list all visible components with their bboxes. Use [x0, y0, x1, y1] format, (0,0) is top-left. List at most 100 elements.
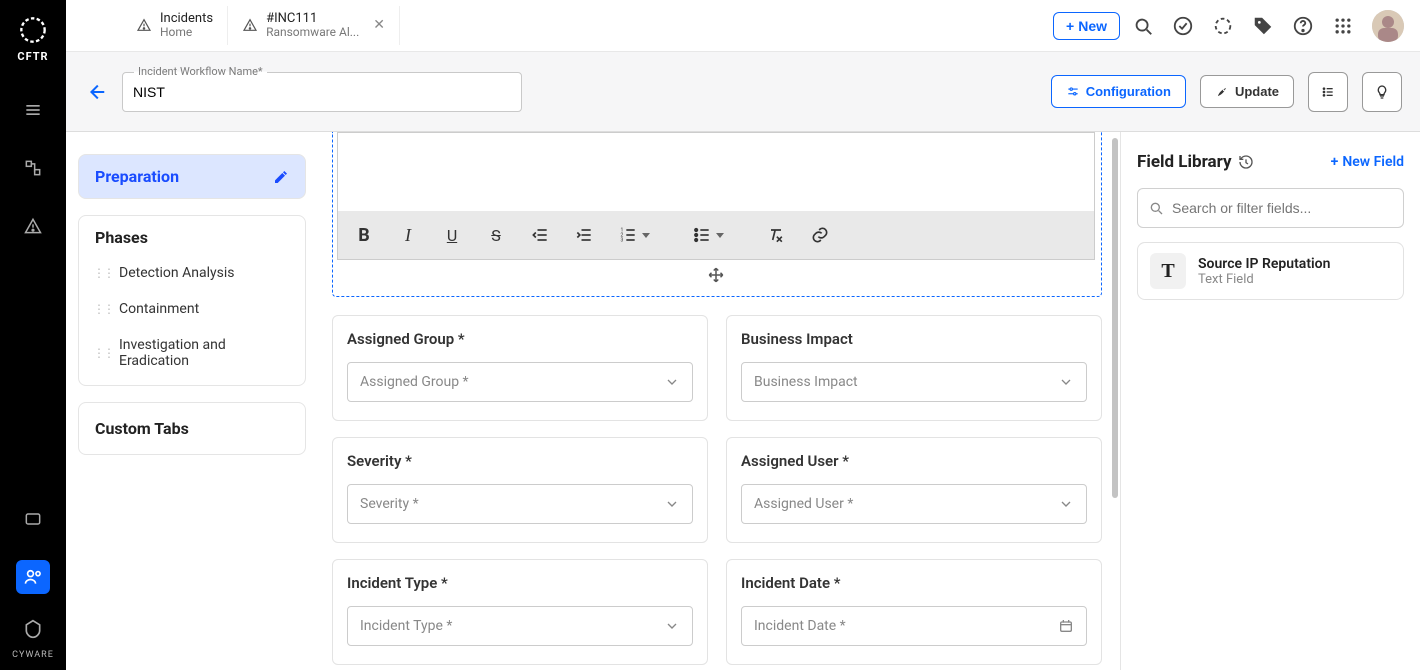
- approve-icon[interactable]: [1172, 15, 1194, 37]
- field-business-impact[interactable]: Business Impact Business Impact: [726, 315, 1102, 421]
- apps-icon[interactable]: [1332, 15, 1354, 37]
- subheader: Incident Workflow Name* Configuration Up…: [66, 52, 1420, 132]
- phase-label: Investigation and Eradication: [119, 337, 291, 369]
- drag-handle-icon[interactable]: ⋮⋮: [93, 302, 113, 316]
- bulb-button[interactable]: [1362, 72, 1402, 112]
- outdent-icon[interactable]: [530, 225, 550, 245]
- field-type: Text Field: [1198, 272, 1330, 287]
- hierarchy-icon[interactable]: [16, 151, 50, 185]
- italic-icon[interactable]: I: [398, 225, 418, 245]
- warning-icon: [242, 17, 258, 33]
- update-button[interactable]: Update: [1200, 75, 1294, 108]
- preparation-stage[interactable]: Preparation: [78, 154, 306, 199]
- date-placeholder: Incident Date *: [754, 618, 846, 634]
- sliders-icon: [1066, 85, 1080, 99]
- field-incident-type[interactable]: Incident Type * Incident Type *: [332, 559, 708, 665]
- workflow-name-label: Incident Workflow Name*: [134, 65, 267, 78]
- phase-item[interactable]: ⋮⋮ Detection Analysis: [79, 255, 305, 291]
- avatar[interactable]: [1372, 10, 1404, 42]
- field-library-item[interactable]: T Source IP Reputation Text Field: [1137, 242, 1404, 300]
- richtext-editor[interactable]: [338, 133, 1094, 211]
- chevron-down-icon: [1058, 496, 1074, 512]
- field-incident-date[interactable]: Incident Date * Incident Date *: [726, 559, 1102, 665]
- select-placeholder: Incident Type *: [360, 618, 452, 634]
- new-field-label: New Field: [1342, 154, 1404, 170]
- configuration-button[interactable]: Configuration: [1051, 75, 1186, 108]
- phase-item[interactable]: ⋮⋮ Investigation and Eradication: [79, 327, 305, 379]
- drag-handle-icon[interactable]: ⋮⋮: [93, 266, 113, 280]
- select-placeholder: Assigned User *: [754, 496, 853, 512]
- list-icon: [1320, 84, 1336, 100]
- select-placeholder: Severity *: [360, 496, 419, 512]
- phase-item[interactable]: ⋮⋮ Containment: [79, 291, 305, 327]
- brand-label: CYWARE: [12, 650, 54, 660]
- new-button[interactable]: + New: [1053, 12, 1120, 40]
- unordered-list-icon[interactable]: [692, 225, 712, 245]
- severity-select[interactable]: Severity *: [347, 484, 693, 524]
- field-search[interactable]: [1137, 188, 1404, 228]
- custom-tabs-label: Custom Tabs: [95, 419, 189, 438]
- phase-label: Containment: [119, 301, 199, 317]
- tag-icon[interactable]: [1252, 15, 1274, 37]
- configuration-label: Configuration: [1086, 84, 1171, 99]
- plus-icon: +: [1331, 154, 1339, 170]
- app-logo: [19, 16, 47, 44]
- drag-handle-icon[interactable]: ⋮⋮: [93, 346, 113, 360]
- chevron-down-icon: [664, 374, 680, 390]
- select-placeholder: Business Impact: [754, 374, 858, 390]
- new-field-button[interactable]: + New Field: [1331, 154, 1404, 170]
- incident-date-input[interactable]: Incident Date *: [741, 606, 1087, 646]
- bulb-icon: [1374, 84, 1390, 100]
- tab-incident-open[interactable]: #INC111 Ransomware Al... ✕: [228, 6, 400, 45]
- search-icon: [1148, 200, 1164, 216]
- app-name: CFTR: [17, 50, 48, 63]
- card-icon[interactable]: [16, 502, 50, 536]
- select-placeholder: Assigned Group *: [360, 374, 469, 390]
- brand-icon: [16, 612, 50, 646]
- move-handle-icon[interactable]: [337, 260, 1095, 284]
- list-button[interactable]: [1308, 72, 1348, 112]
- link-icon[interactable]: [810, 225, 830, 245]
- tab-incidents[interactable]: Incidents Home: [122, 6, 228, 45]
- scrollbar[interactable]: [1110, 138, 1120, 664]
- edit-icon[interactable]: [273, 169, 289, 185]
- field-severity[interactable]: Severity * Severity *: [332, 437, 708, 543]
- history-icon[interactable]: [1238, 154, 1254, 170]
- calendar-icon: [1058, 618, 1074, 634]
- back-icon[interactable]: [84, 80, 108, 104]
- preparation-label: Preparation: [95, 167, 179, 186]
- tab-title: #INC111: [266, 12, 359, 26]
- rocket-icon: [1215, 85, 1229, 99]
- richtext-toolbar: B I U S 123: [338, 211, 1094, 259]
- user-settings-icon[interactable]: [16, 560, 50, 594]
- phases-title: Phases: [79, 228, 305, 255]
- strikethrough-icon[interactable]: S: [486, 225, 506, 245]
- text-field-icon: T: [1150, 253, 1186, 289]
- assigned-group-select[interactable]: Assigned Group *: [347, 362, 693, 402]
- help-icon[interactable]: [1292, 15, 1314, 37]
- field-search-input[interactable]: [1172, 200, 1393, 216]
- business-impact-select[interactable]: Business Impact: [741, 362, 1087, 402]
- field-label: Assigned Group *: [347, 330, 693, 348]
- underline-icon[interactable]: U: [442, 225, 462, 245]
- search-icon[interactable]: [1132, 15, 1154, 37]
- incident-type-select[interactable]: Incident Type *: [347, 606, 693, 646]
- loading-icon[interactable]: [1212, 15, 1234, 37]
- bold-icon[interactable]: B: [354, 225, 374, 245]
- tab-subtitle: Home: [160, 26, 213, 39]
- richtext-dropzone[interactable]: B I U S 123: [332, 132, 1102, 297]
- indent-icon[interactable]: [574, 225, 594, 245]
- chevron-down-icon: [664, 618, 680, 634]
- alert-icon[interactable]: [16, 209, 50, 243]
- assigned-user-select[interactable]: Assigned User *: [741, 484, 1087, 524]
- field-assigned-user[interactable]: Assigned User * Assigned User *: [726, 437, 1102, 543]
- topbar: Incidents Home #INC111 Ransomware Al... …: [66, 0, 1420, 52]
- field-name: Source IP Reputation: [1198, 256, 1330, 272]
- workflow-name-input[interactable]: [122, 72, 522, 112]
- ordered-list-icon[interactable]: 123: [618, 225, 638, 245]
- close-icon[interactable]: ✕: [373, 17, 385, 33]
- menu-icon[interactable]: [16, 93, 50, 127]
- clear-format-icon[interactable]: [766, 225, 786, 245]
- custom-tabs-card[interactable]: Custom Tabs: [78, 402, 306, 455]
- field-assigned-group[interactable]: Assigned Group * Assigned Group *: [332, 315, 708, 421]
